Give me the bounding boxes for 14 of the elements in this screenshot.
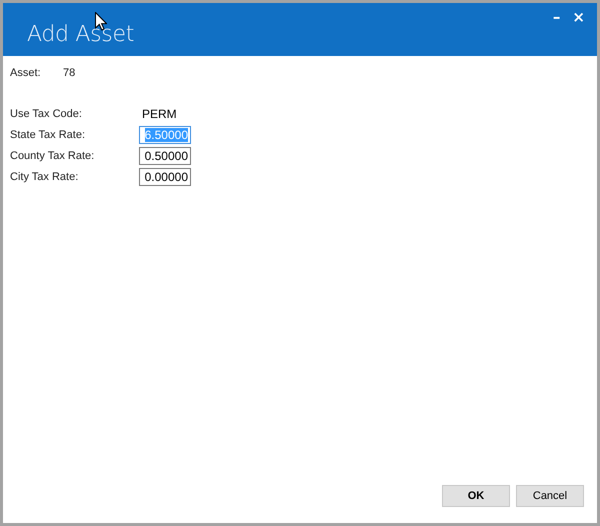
field-label: Use Tax Code:: [10, 108, 83, 120]
ok-button[interactable]: OK: [442, 485, 510, 507]
input-field[interactable]: 0.50000: [139, 146, 191, 164]
minimize-button[interactable]: –: [548, 8, 564, 26]
field-label: State Tax Rate:: [10, 128, 86, 140]
window-title: Add Asset: [27, 22, 134, 47]
tax-code-value: PERM: [141, 106, 177, 120]
asset-label: Asset:: [10, 66, 42, 78]
close-button[interactable]: ×: [568, 8, 589, 26]
cancel-button[interactable]: Cancel: [516, 485, 584, 507]
field-label: County Tax Rate:: [10, 150, 96, 162]
asset-value: 78: [63, 66, 76, 78]
field-label: City Tax Rate:: [10, 170, 80, 182]
input-field[interactable]: 0.00000: [139, 168, 191, 186]
